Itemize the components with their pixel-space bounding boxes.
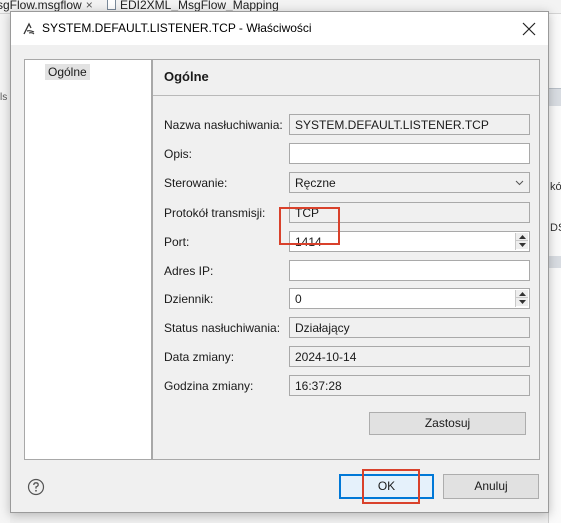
listener-name-label: Nazwa nasłuchiwania: [164, 118, 283, 132]
control-label: Sterowanie: [164, 176, 228, 190]
dialog-titlebar: SYSTEM.DEFAULT.LISTENER.TCP - Właściwośc… [11, 12, 548, 45]
port-highlight-box [279, 207, 340, 245]
property-page-list: Ogólne [24, 59, 152, 460]
log-stepper[interactable] [515, 290, 528, 307]
cancel-button[interactable]: Anuluj [443, 474, 539, 499]
background-left-pane: ls [0, 14, 10, 523]
background-right-text: kół [550, 181, 561, 193]
decrement-button[interactable] [516, 298, 528, 306]
increment-button[interactable] [516, 290, 528, 298]
log-label: Dziennik: [164, 292, 214, 306]
log-spinner[interactable]: 0 [289, 288, 530, 309]
dialog-title: SYSTEM.DEFAULT.LISTENER.TCP - Właściwośc… [42, 21, 312, 35]
increment-button[interactable] [516, 233, 528, 241]
status-field: Działający [289, 317, 530, 338]
ok-highlight-box [362, 469, 420, 504]
properties-dialog: SYSTEM.DEFAULT.LISTENER.TCP - Właściwośc… [10, 11, 549, 513]
port-stepper[interactable] [515, 233, 528, 250]
background-right-row [549, 256, 561, 268]
panel-divider [153, 95, 539, 96]
control-select[interactable]: Ręczne [289, 172, 530, 193]
description-input[interactable] [289, 143, 530, 164]
background-left-text: ls [0, 92, 8, 103]
listener-name-field: SYSTEM.DEFAULT.LISTENER.TCP [289, 114, 530, 135]
ip-address-label: Adres IP: [164, 264, 214, 278]
help-icon[interactable] [27, 478, 45, 496]
general-properties-panel: Ogólne Nazwa nasłuchiwania: SYSTEM.DEFAU… [152, 59, 540, 460]
close-icon[interactable] [516, 16, 542, 42]
chevron-down-icon [515, 180, 524, 186]
apply-button[interactable]: Zastosuj [369, 412, 526, 435]
background-right-pane: kół DS [548, 14, 561, 523]
log-value: 0 [295, 292, 302, 306]
description-label: Opis: [164, 147, 193, 161]
change-time-label: Godzina zmiany: [164, 379, 254, 393]
status-label: Status nasłuchiwania: [164, 321, 281, 335]
decrement-button[interactable] [516, 241, 528, 249]
protocol-label: Protokół transmisji: [164, 206, 266, 220]
nav-item-general[interactable]: Ogólne [45, 64, 90, 80]
change-time-field: 16:37:28 [289, 375, 530, 396]
background-bottom-bar [10, 512, 548, 523]
change-date-field: 2024-10-14 [289, 346, 530, 367]
document-icon [107, 0, 116, 10]
port-label: Port: [164, 235, 190, 249]
change-date-label: Data zmiany: [164, 350, 235, 364]
background-right-text: DS [550, 222, 561, 234]
listener-icon [23, 22, 35, 35]
control-select-value: Ręczne [295, 176, 336, 190]
background-right-row [549, 88, 561, 106]
panel-title: Ogólne [164, 69, 209, 84]
ip-address-input[interactable] [289, 260, 530, 281]
